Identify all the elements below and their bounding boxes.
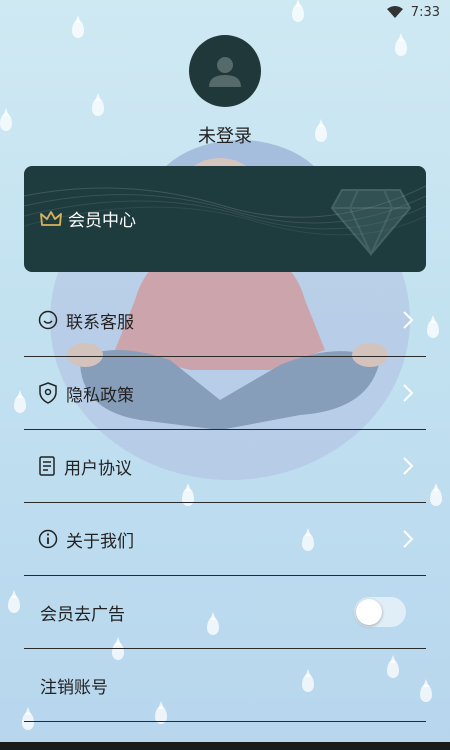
settings-menu: 联系客服 隐私政策 用户协议 关于我们 会员去广告 注销账号 <box>24 284 426 722</box>
menu-label-agreement: 用户协议 <box>64 458 132 479</box>
chevron-right-icon <box>403 530 414 548</box>
menu-label-contact: 联系客服 <box>66 312 134 333</box>
chevron-right-icon <box>403 384 414 402</box>
user-icon <box>209 57 241 87</box>
chevron-right-icon <box>403 311 414 329</box>
vip-center-card[interactable]: 会员中心 <box>24 166 426 272</box>
menu-item-contact[interactable]: 联系客服 <box>24 284 426 357</box>
smile-icon <box>38 310 58 330</box>
wifi-icon <box>386 6 403 18</box>
menu-item-privacy[interactable]: 隐私政策 <box>24 357 426 430</box>
vip-center-label: 会员中心 <box>68 211 136 231</box>
menu-item-about[interactable]: 关于我们 <box>24 503 426 576</box>
menu-label-cancel-account: 注销账号 <box>40 677 108 698</box>
menu-item-agreement[interactable]: 用户协议 <box>24 430 426 503</box>
status-time: 7:33 <box>410 4 440 20</box>
ad-free-toggle[interactable] <box>354 597 406 627</box>
menu-label-about: 关于我们 <box>66 531 134 552</box>
login-status-label[interactable]: 未登录 <box>0 122 450 148</box>
menu-label-ad-free: 会员去广告 <box>40 604 125 625</box>
info-icon <box>38 529 58 549</box>
avatar[interactable] <box>189 35 261 107</box>
toggle-knob <box>356 599 382 625</box>
menu-item-ad-free: 会员去广告 <box>24 576 426 649</box>
system-nav-bar <box>0 742 450 750</box>
chevron-right-icon <box>403 457 414 475</box>
menu-item-cancel-account[interactable]: 注销账号 <box>24 649 426 722</box>
shield-icon <box>39 382 57 404</box>
crown-icon <box>40 210 62 226</box>
menu-label-privacy: 隐私政策 <box>66 385 134 406</box>
document-icon <box>39 456 55 476</box>
status-bar: 7:33 <box>0 0 450 24</box>
diamond-icon <box>330 189 412 256</box>
